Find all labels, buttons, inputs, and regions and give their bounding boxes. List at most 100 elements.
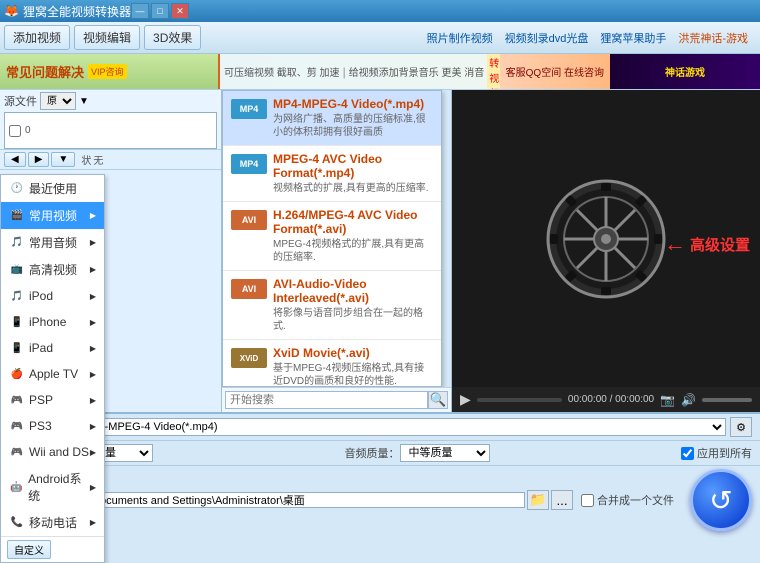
file-area: 0 bbox=[4, 112, 217, 149]
format-panel: MP4 MP4-MPEG-4 Video(*.mp4) 为网络广播、高质量的压缩… bbox=[222, 90, 442, 387]
iphone-icon: 📱 bbox=[9, 314, 25, 330]
output-browse-button[interactable]: ... bbox=[551, 490, 573, 510]
close-button[interactable]: ✕ bbox=[171, 3, 189, 19]
sub-nav-game[interactable]: 洪荒神话-游戏 bbox=[678, 30, 748, 46]
menu-common-audio[interactable]: 🎵 常用音频 ▶ bbox=[1, 229, 104, 256]
submenu-arrow-2: ▶ bbox=[90, 238, 96, 247]
format-item-text-3: H.264/MPEG-4 AVC Video Format(*.avi) MPE… bbox=[273, 208, 433, 264]
title-bar-buttons: — □ ✕ bbox=[131, 3, 189, 19]
audio-quality-label: 音频质量： bbox=[345, 445, 400, 461]
menu-iphone-label: iPhone bbox=[29, 315, 66, 329]
menu-wii[interactable]: 🎮 Wii and DS ▶ bbox=[1, 439, 104, 465]
apply-all-label: 应用到所有 bbox=[697, 445, 752, 461]
vip-badge[interactable]: VIP咨询 bbox=[88, 64, 127, 79]
format-desc-2: 视频格式的扩展,具有更高的压缩率. bbox=[273, 182, 433, 195]
format-item-mp4-1[interactable]: MP4 MP4-MPEG-4 Video(*.mp4) 为网络广播、高质量的压缩… bbox=[223, 91, 441, 146]
banner-right: 客服QQ空间 在线咨询 bbox=[500, 54, 610, 89]
custom-btn[interactable]: 自定义 bbox=[7, 540, 51, 559]
btn-3[interactable]: ▼ bbox=[51, 152, 75, 167]
menu-hd-video[interactable]: 📺 高清视频 ▶ bbox=[1, 256, 104, 283]
convert-button[interactable]: ↺ bbox=[690, 469, 752, 531]
format-badge-avi-2: AVI bbox=[231, 279, 267, 299]
format-desc-3: MPEG-4视频格式的扩展,具有更高的压缩率. bbox=[273, 238, 433, 264]
menu-recent[interactable]: 🕐 最近使用 bbox=[1, 175, 104, 202]
play-button[interactable]: ▶ bbox=[460, 391, 471, 408]
submenu-arrow-5: ▶ bbox=[90, 318, 96, 327]
audio-quality-select[interactable]: 中等质量 bbox=[400, 444, 490, 462]
menu-recent-label: 最近使用 bbox=[29, 180, 77, 197]
add-video-button[interactable]: 添加视频 bbox=[4, 25, 70, 50]
camera-button[interactable]: 📷 bbox=[660, 393, 675, 407]
menu-psp-label: PSP bbox=[29, 393, 53, 407]
3d-effect-button[interactable]: 3D效果 bbox=[144, 25, 201, 50]
format-search-input[interactable] bbox=[225, 391, 428, 409]
format-item-mp4-2[interactable]: MP4 MPEG-4 AVC Video Format(*.mp4) 视频格式的… bbox=[223, 146, 441, 202]
menu-ipad[interactable]: 📱 iPad ▶ bbox=[1, 335, 104, 361]
output-folder-button[interactable]: 📁 bbox=[527, 490, 549, 510]
merge-checkbox[interactable] bbox=[581, 494, 594, 507]
menu-appletv[interactable]: 🍎 Apple TV ▶ bbox=[1, 361, 104, 387]
source-dropdown[interactable]: 原 bbox=[40, 92, 76, 110]
submenu-arrow-4: ▶ bbox=[90, 292, 96, 301]
format-item-avi-2[interactable]: AVI AVI-Audio-Video Interleaved(*.avi) 将… bbox=[223, 271, 441, 340]
left-menu-area: 源文件 原 ▼ 0 ◀ ▶ ▼ 状 无 🕐 bbox=[0, 90, 222, 412]
menu-iphone[interactable]: 📱 iPhone ▶ bbox=[1, 309, 104, 335]
submenu-arrow-6: ▶ bbox=[90, 344, 96, 353]
menu-common-audio-label: 常用音频 bbox=[29, 234, 77, 251]
submenu-arrow-10: ▶ bbox=[90, 448, 96, 457]
format-item-text-2: MPEG-4 AVC Video Format(*.mp4) 视频格式的扩展,具… bbox=[273, 152, 433, 195]
appletv-icon: 🍎 bbox=[9, 366, 25, 382]
first-level-menu: 🕐 最近使用 🎬 常用视频 ▶ 🎵 常用音频 ▶ 📺 高清视频 ▶ bbox=[0, 174, 105, 563]
btn-1[interactable]: ◀ bbox=[4, 152, 26, 167]
banner-game-ad: 神话游戏 bbox=[610, 54, 760, 89]
menu-ipod[interactable]: 🎵 iPod ▶ bbox=[1, 283, 104, 309]
quality-row: 视频质量： 中等质量 音频质量： 中等质量 应用到所有 bbox=[0, 441, 760, 466]
menu-android[interactable]: 🤖 Android系统 ▶ bbox=[1, 465, 104, 509]
menu-common-video[interactable]: 🎬 常用视频 ▶ bbox=[1, 202, 104, 229]
ppt-btn[interactable]: PPT转视频 bbox=[487, 54, 499, 90]
format-title-3: H.264/MPEG-4 AVC Video Format(*.avi) bbox=[273, 208, 433, 236]
progress-bar[interactable] bbox=[477, 398, 562, 402]
banner-left: 常见问题解决 VIP咨询 bbox=[0, 54, 220, 89]
menu-ipod-label: iPod bbox=[29, 289, 53, 303]
output-path-input[interactable] bbox=[73, 492, 525, 508]
volume-icon: 🔊 bbox=[681, 393, 696, 407]
advanced-settings-annotation: ← 高级设置 bbox=[664, 231, 750, 257]
format-item-avi-1[interactable]: AVI H.264/MPEG-4 AVC Video Format(*.avi)… bbox=[223, 202, 441, 271]
menu-mobile-label: 移动电话 bbox=[29, 514, 77, 531]
preset-select[interactable]: MP4-MPEG-4 Video(*.mp4) bbox=[73, 418, 726, 436]
format-badge-mp4-1: MP4 bbox=[231, 99, 267, 119]
maximize-button[interactable]: □ bbox=[151, 3, 169, 19]
preset-row: 预置方案： MP4-MPEG-4 Video(*.mp4) ⚙ bbox=[0, 414, 760, 441]
format-title-5: XviD Movie(*.avi) bbox=[273, 346, 433, 360]
format-badge-avi-1: AVI bbox=[231, 210, 267, 230]
source-label: 源文件 bbox=[4, 93, 37, 109]
format-badge-mp4-2: MP4 bbox=[231, 154, 267, 174]
sub-nav-photo[interactable]: 照片制作视频 bbox=[427, 30, 493, 46]
banner-items: 可压缩视频 截取、剪 加速 | 给视频添加背景音乐 更美 消音 PPT转视频 |… bbox=[220, 54, 500, 90]
file-checkbox[interactable] bbox=[9, 125, 21, 137]
custom-row: 自定义 bbox=[1, 536, 104, 562]
sub-nav-dvd[interactable]: 视频刻录dvd光盘 bbox=[505, 30, 589, 46]
format-search-button[interactable]: 🔍 bbox=[428, 391, 448, 409]
submenu-arrow-7: ▶ bbox=[90, 370, 96, 379]
minimize-button[interactable]: — bbox=[131, 3, 149, 19]
format-item-xvid[interactable]: XViD XviD Movie(*.avi) 基于MPEG-4视频压缩格式,具有… bbox=[223, 340, 441, 387]
source-top: 源文件 原 ▼ bbox=[0, 90, 221, 112]
menu-container: 🕐 最近使用 🎬 常用视频 ▶ 🎵 常用音频 ▶ 📺 高清视频 ▶ bbox=[0, 174, 105, 563]
convert-icon: ↺ bbox=[709, 484, 732, 517]
menu-psp[interactable]: 🎮 PSP ▶ bbox=[1, 387, 104, 413]
preset-config-button[interactable]: ⚙ bbox=[730, 417, 752, 437]
btn-2[interactable]: ▶ bbox=[28, 152, 50, 167]
menu-ps3[interactable]: 🎮 PS3 ▶ bbox=[1, 413, 104, 439]
apply-all-row: 应用到所有 bbox=[681, 445, 752, 461]
apply-all-checkbox[interactable] bbox=[681, 447, 694, 460]
hd-video-icon: 📺 bbox=[9, 262, 25, 278]
menu-mobile[interactable]: 📞 移动电话 ▶ bbox=[1, 509, 104, 536]
menu-android-label: Android系统 bbox=[28, 470, 90, 504]
video-edit-button[interactable]: 视频编辑 bbox=[74, 25, 140, 50]
arrow-icon: ← bbox=[664, 231, 686, 257]
sub-nav-apple[interactable]: 狸窝苹果助手 bbox=[600, 30, 666, 46]
volume-bar[interactable] bbox=[702, 398, 752, 402]
format-desc-5: 基于MPEG-4视频压缩格式,具有接近DVD的画质和良好的性能. bbox=[273, 362, 433, 387]
